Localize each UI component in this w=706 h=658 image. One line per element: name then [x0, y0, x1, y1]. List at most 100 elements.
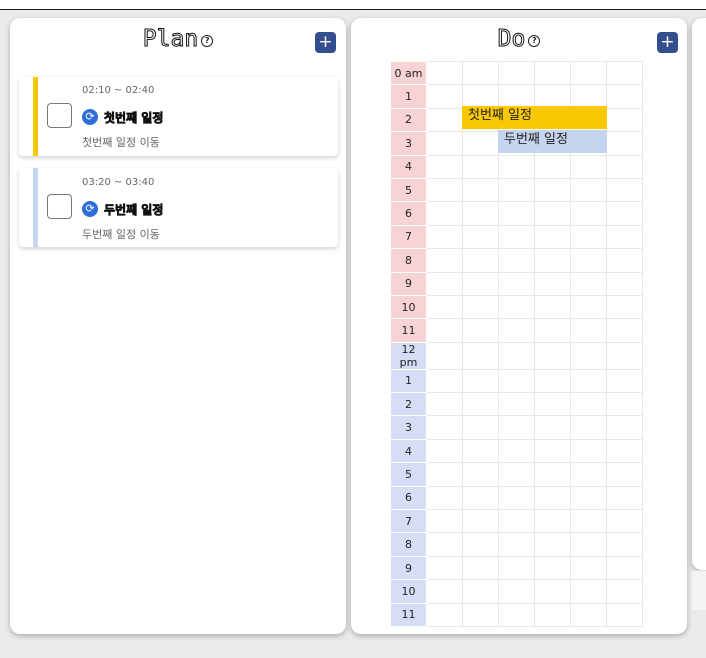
- time-slot[interactable]: [426, 224, 463, 250]
- time-slot[interactable]: [606, 509, 643, 534]
- time-slot[interactable]: [606, 532, 643, 557]
- time-slot[interactable]: [498, 318, 535, 343]
- time-slot[interactable]: [426, 532, 463, 557]
- time-slot[interactable]: [426, 462, 463, 487]
- time-slot[interactable]: [462, 485, 499, 511]
- time-slot[interactable]: [606, 201, 643, 226]
- time-slot[interactable]: [498, 555, 535, 581]
- time-slot[interactable]: [498, 368, 535, 394]
- time-slot[interactable]: [534, 368, 571, 394]
- time-slot[interactable]: [606, 318, 643, 343]
- time-slot[interactable]: [462, 224, 499, 250]
- time-slot[interactable]: [498, 248, 535, 273]
- time-slot[interactable]: [606, 392, 643, 417]
- time-slot[interactable]: [534, 201, 571, 226]
- sync-icon[interactable]: ⟳: [82, 109, 98, 125]
- time-slot[interactable]: [426, 154, 463, 179]
- time-slot[interactable]: [498, 224, 535, 250]
- time-slot[interactable]: [426, 415, 463, 440]
- help-icon[interactable]: ?: [528, 35, 541, 47]
- checkbox[interactable]: [47, 194, 72, 219]
- time-slot[interactable]: [606, 224, 643, 250]
- time-slot[interactable]: [498, 392, 535, 417]
- time-slot[interactable]: [534, 224, 571, 250]
- time-slot[interactable]: [606, 294, 643, 320]
- time-slot[interactable]: [462, 60, 499, 86]
- time-slot[interactable]: [498, 415, 535, 440]
- time-slot[interactable]: [570, 368, 607, 394]
- event-block[interactable]: 첫번째 일정: [462, 106, 607, 129]
- time-slot[interactable]: [534, 294, 571, 320]
- time-slot[interactable]: [534, 532, 571, 557]
- time-slot[interactable]: [426, 201, 463, 226]
- time-slot[interactable]: [606, 602, 643, 627]
- time-slot[interactable]: [534, 415, 571, 440]
- time-slot[interactable]: [462, 415, 499, 440]
- time-slot[interactable]: [606, 415, 643, 440]
- time-slot[interactable]: [498, 177, 535, 203]
- time-slot[interactable]: [570, 177, 607, 203]
- time-slot[interactable]: [462, 341, 499, 370]
- time-slot[interactable]: [570, 602, 607, 627]
- time-slot[interactable]: [498, 438, 535, 464]
- time-slot[interactable]: [462, 131, 499, 156]
- time-slot[interactable]: [426, 392, 463, 417]
- time-slot[interactable]: [534, 271, 571, 296]
- time-slot[interactable]: [534, 462, 571, 487]
- time-slot[interactable]: [606, 107, 643, 133]
- time-slot[interactable]: [570, 341, 607, 370]
- time-slot[interactable]: [498, 485, 535, 511]
- time-slot[interactable]: [498, 271, 535, 296]
- time-slot[interactable]: [426, 555, 463, 581]
- time-slot[interactable]: [534, 485, 571, 511]
- time-slot[interactable]: [534, 318, 571, 343]
- time-slot[interactable]: [570, 60, 607, 86]
- time-slot[interactable]: [498, 462, 535, 487]
- time-slot[interactable]: [534, 248, 571, 273]
- event-block[interactable]: 두번째 일정: [498, 130, 607, 153]
- time-slot[interactable]: [606, 248, 643, 273]
- time-slot[interactable]: [534, 392, 571, 417]
- time-slot[interactable]: [570, 271, 607, 296]
- time-slot[interactable]: [462, 438, 499, 464]
- time-slot[interactable]: [534, 509, 571, 534]
- time-slot[interactable]: [534, 438, 571, 464]
- time-slot[interactable]: [426, 509, 463, 534]
- time-slot[interactable]: [570, 294, 607, 320]
- time-slot[interactable]: [426, 60, 463, 86]
- time-slot[interactable]: [426, 271, 463, 296]
- time-slot[interactable]: [426, 318, 463, 343]
- time-slot[interactable]: [498, 60, 535, 86]
- time-slot[interactable]: [426, 602, 463, 627]
- time-slot[interactable]: [570, 579, 607, 604]
- time-slot[interactable]: [426, 177, 463, 203]
- time-slot[interactable]: [570, 438, 607, 464]
- time-slot[interactable]: [462, 392, 499, 417]
- time-slot[interactable]: [498, 579, 535, 604]
- time-slot[interactable]: [462, 462, 499, 487]
- time-slot[interactable]: [534, 602, 571, 627]
- time-slot[interactable]: [606, 154, 643, 179]
- time-slot[interactable]: [570, 201, 607, 226]
- time-slot[interactable]: [534, 154, 571, 179]
- time-slot[interactable]: [570, 224, 607, 250]
- time-slot[interactable]: [606, 131, 643, 156]
- time-slot[interactable]: [426, 341, 463, 370]
- time-slot[interactable]: [498, 84, 535, 109]
- time-slot[interactable]: [462, 248, 499, 273]
- time-slot[interactable]: [462, 368, 499, 394]
- time-slot[interactable]: [462, 318, 499, 343]
- sync-icon[interactable]: ⟳: [82, 201, 98, 217]
- time-slot[interactable]: [462, 509, 499, 534]
- time-slot[interactable]: [606, 438, 643, 464]
- time-slot[interactable]: [498, 201, 535, 226]
- time-slot[interactable]: [534, 341, 571, 370]
- time-slot[interactable]: [606, 462, 643, 487]
- time-slot[interactable]: [462, 294, 499, 320]
- time-slot[interactable]: [606, 485, 643, 511]
- time-slot[interactable]: [534, 60, 571, 86]
- time-slot[interactable]: [570, 485, 607, 511]
- time-slot[interactable]: [570, 248, 607, 273]
- time-slot[interactable]: [498, 341, 535, 370]
- time-slot[interactable]: [606, 84, 643, 109]
